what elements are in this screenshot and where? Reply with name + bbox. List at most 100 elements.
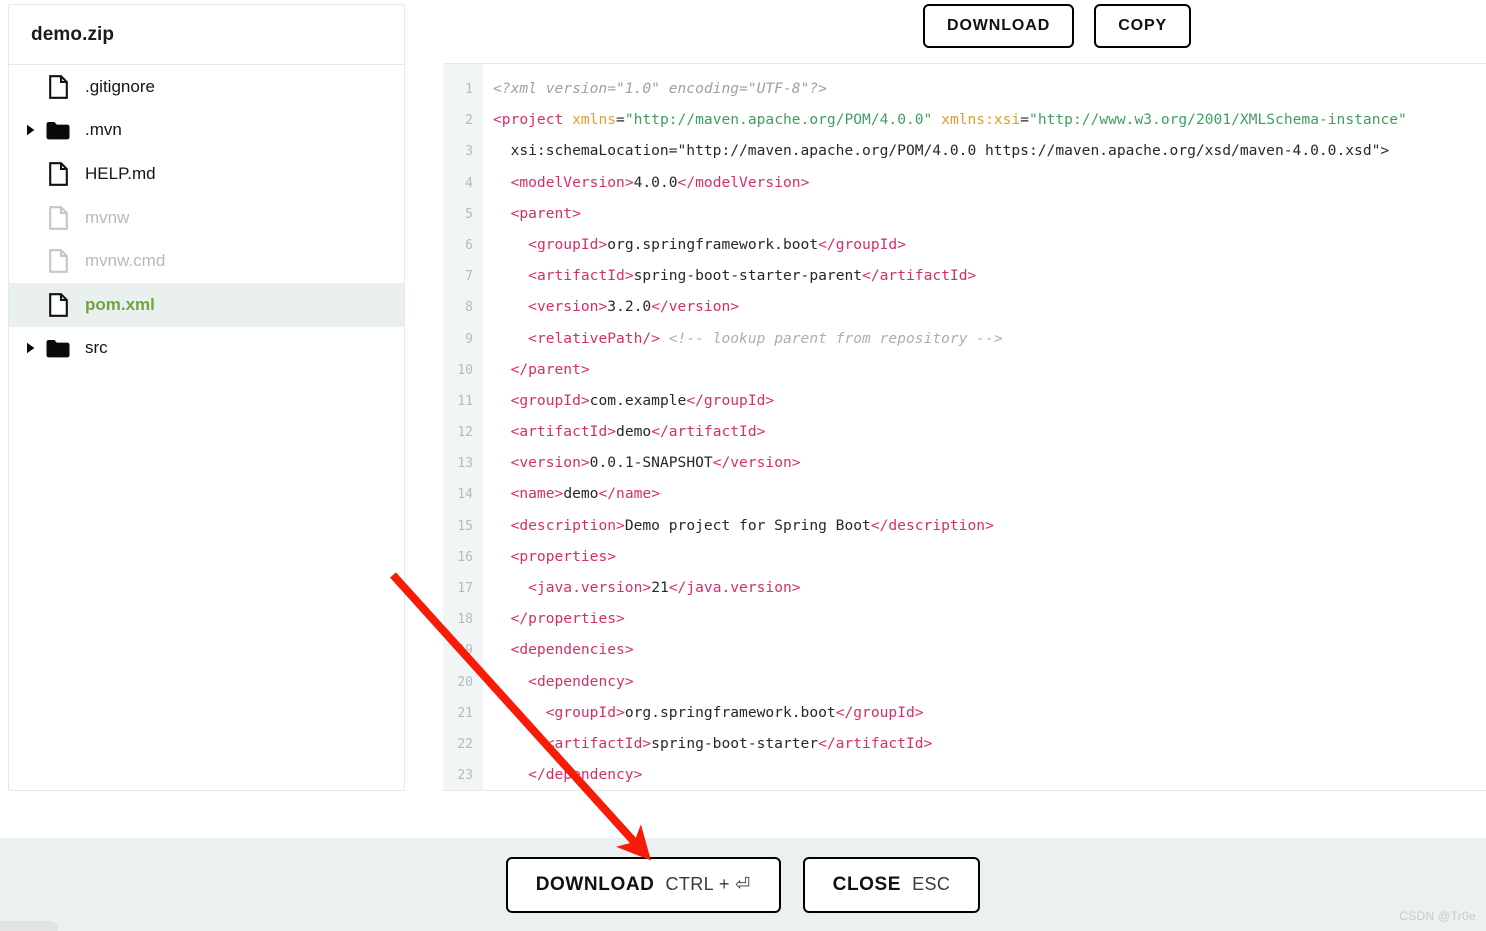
file-icon (41, 249, 75, 274)
expand-triangle-icon[interactable] (23, 124, 41, 136)
footer-download-button[interactable]: DOWNLOAD CTRL + ⏎ (505, 856, 781, 913)
code-line: 16 <properties> (443, 548, 1486, 579)
code-line: 12 <artifactId>demo</artifactId> (443, 423, 1486, 454)
code-line: 17 <java.version>21</java.version> (443, 579, 1486, 610)
file-tree-item-help-md[interactable]: HELP.md (9, 152, 404, 196)
file-tree-item-src[interactable]: src (9, 327, 404, 371)
footer-close-button-label: CLOSE (832, 873, 902, 895)
code-line: 23 </dependency> (443, 766, 1486, 790)
line-number: 8 (465, 300, 473, 316)
code-line: 2 <project xmlns="http://maven.apache.org… (443, 111, 1486, 142)
line-code: </properties> (510, 610, 625, 628)
line-number: 5 (465, 206, 473, 222)
line-number: 16 (457, 549, 473, 565)
line-code: <groupId>org.springframework.boot</group… (545, 703, 924, 721)
line-code: <parent> (510, 204, 581, 222)
code-line: 5 <parent> (443, 205, 1486, 236)
line-code: <dependencies> (510, 641, 634, 659)
line-code: <relativePath/> <!-- lookup parent from … (528, 329, 1003, 347)
downloads-chip[interactable] (0, 921, 58, 931)
code-line: 20 <dependency> (443, 673, 1486, 704)
line-number: 12 (457, 425, 473, 441)
line-code: <groupId>org.springframework.boot</group… (528, 235, 906, 253)
file-tree-item-mvn[interactable]: .mvn (9, 109, 404, 153)
code-line: 10 </parent> (443, 361, 1486, 392)
file-tree-item-pom-xml[interactable]: pom.xml (9, 282, 404, 327)
file-tree-item-label: src (85, 338, 108, 358)
line-number: 22 (457, 736, 473, 752)
archive-name: demo.zip (31, 23, 115, 45)
download-button-label: DOWNLOAD (947, 17, 1051, 34)
line-code: </parent> (510, 360, 590, 378)
code-line: 18 </properties> (443, 610, 1486, 641)
code-line: 3 xsi:schemaLocation="http://maven.apach… (443, 142, 1486, 173)
line-number: 9 (465, 331, 473, 347)
file-tree-item-label: mvnw (85, 207, 130, 227)
footer-action-group: DOWNLOAD CTRL + ⏎ CLOSE ESC (0, 838, 1486, 931)
line-code: <dependency> (528, 672, 634, 690)
line-code: <artifactId>spring-boot-starter</artifac… (545, 734, 933, 752)
code-line: 1 <?xml version="1.0" encoding="UTF-8"?> (443, 80, 1486, 111)
line-number: 23 (457, 768, 473, 784)
file-tree-item-label: mvnw.cmd (85, 251, 166, 271)
folder-icon (41, 121, 75, 140)
screenshot-root: demo.zip .gitignore .mvn HELP.md mvnw mvnw.c… (0, 0, 1486, 931)
file-icon (41, 74, 75, 99)
line-code: <version>0.0.1-SNAPSHOT</version> (510, 454, 801, 472)
download-button[interactable]: DOWNLOAD (923, 4, 1075, 48)
file-tree-item-gitignore[interactable]: .gitignore (9, 65, 404, 109)
line-code: <artifactId>spring-boot-starter-parent</… (528, 267, 977, 285)
file-icon (41, 292, 75, 317)
code-line: 9 <relativePath/> <!-- lookup parent fro… (443, 330, 1486, 361)
code-line: 21 <groupId>org.springframework.boot</gr… (443, 704, 1486, 735)
code-line: 7 <artifactId>spring-boot-starter-parent… (443, 267, 1486, 298)
expand-triangle-icon[interactable] (23, 342, 41, 354)
footer-close-button[interactable]: CLOSE ESC (802, 856, 981, 913)
line-number: 13 (457, 456, 473, 472)
line-code: <?xml version="1.0" encoding="UTF-8"?> (493, 80, 827, 97)
line-number: 3 (465, 144, 473, 160)
line-code: <groupId>com.example</groupId> (510, 391, 775, 409)
line-number: 15 (457, 518, 473, 534)
file-tree-header: demo.zip (9, 5, 404, 65)
file-icon (41, 162, 75, 186)
line-number: 1 (465, 82, 473, 97)
code-line: 15 <description>Demo project for Spring … (443, 517, 1486, 548)
footer-download-button-label: DOWNLOAD (535, 873, 655, 895)
watermark: CSDN @Tr0e (1399, 909, 1476, 923)
file-tree-item-mvnw-cmd[interactable]: mvnw.cmd (9, 239, 404, 283)
line-number: 20 (457, 674, 473, 690)
code-line: 13 <version>0.0.1-SNAPSHOT</version> (443, 454, 1486, 485)
file-tree-item-label: .mvn (85, 120, 122, 140)
top-action-bar: DOWNLOAD COPY (923, 4, 1192, 48)
line-number: 6 (465, 237, 473, 253)
file-icon (41, 205, 75, 230)
file-tree-item-mvnw[interactable]: mvnw (9, 196, 404, 240)
code-line: 11 <groupId>com.example</groupId> (443, 392, 1486, 423)
copy-button[interactable]: COPY (1094, 4, 1192, 48)
copy-button-label: COPY (1118, 17, 1168, 34)
footer-close-button-shortcut: ESC (912, 874, 951, 894)
line-code: xsi:schemaLocation="http://maven.apache.… (493, 142, 1390, 160)
line-code: <version>3.2.0</version> (528, 298, 740, 316)
line-number: 11 (457, 393, 473, 409)
file-tree-item-label: pom.xml (85, 294, 155, 314)
code-line: 22 <artifactId>spring-boot-starter</arti… (443, 735, 1486, 766)
line-code: <properties> (510, 547, 617, 565)
line-number: 21 (457, 705, 473, 721)
code-line: 6 <groupId>org.springframework.boot</gro… (443, 236, 1486, 267)
line-number: 19 (457, 643, 473, 659)
code-line: 4 <modelVersion>4.0.0</modelVersion> (443, 174, 1486, 205)
line-number: 14 (457, 487, 473, 503)
line-number: 10 (457, 362, 473, 378)
footer-download-button-shortcut: CTRL + ⏎ (665, 874, 751, 894)
code-line: 19 <dependencies> (443, 641, 1486, 672)
folder-icon (41, 339, 75, 358)
code-line: 14 <name>demo</name> (443, 485, 1486, 516)
line-number: 2 (465, 113, 473, 129)
line-number: 4 (465, 175, 473, 191)
line-code: <artifactId>demo</artifactId> (510, 423, 766, 441)
line-code: <name>demo</name> (510, 485, 660, 503)
code-preview-panel[interactable]: 1 <?xml version="1.0" encoding="UTF-8"?> 2… (443, 63, 1486, 791)
line-code: <modelVersion>4.0.0</modelVersion> (510, 173, 810, 191)
